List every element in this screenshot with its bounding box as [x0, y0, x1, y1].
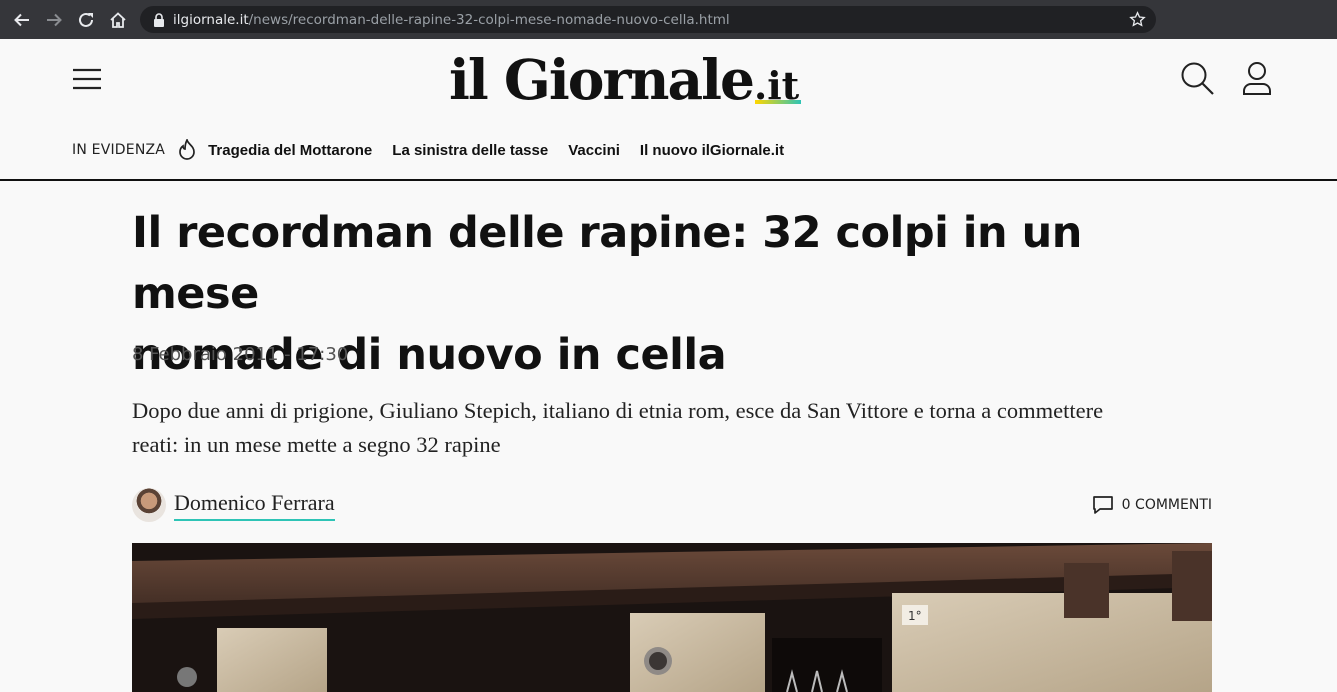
url-host: ilgiornale.it [173, 11, 249, 28]
trending-label: IN EVIDENZA [72, 142, 166, 158]
forward-icon [47, 13, 62, 26]
menu-icon[interactable] [73, 67, 101, 91]
logo-tld: .it [754, 57, 802, 115]
site-header: il Giornale .it IN EVIDENZA Tragedia del … [0, 39, 1337, 181]
back-button[interactable] [6, 0, 38, 39]
browser-toolbar: ilgiornale.it/news/recordman-delle-rapin… [0, 0, 1337, 39]
article-hero-image: 1° [132, 543, 1212, 692]
article-title-line1: Il recordman delle rapine: 32 colpi in u… [132, 208, 1082, 319]
back-icon [14, 13, 29, 26]
trending-bar: IN EVIDENZA Tragedia del Mottarone La si… [72, 137, 804, 163]
comment-icon [1092, 496, 1113, 514]
search-icon[interactable] [1180, 61, 1214, 95]
comments-count: 0 COMMENTI [1122, 497, 1212, 513]
url-text: ilgiornale.it/news/recordman-delle-rapin… [173, 12, 730, 28]
address-bar[interactable]: ilgiornale.it/news/recordman-delle-rapin… [140, 6, 1156, 33]
site-logo[interactable]: il Giornale .it [449, 45, 802, 115]
article-summary: Dopo due anni di prigione, Giuliano Step… [132, 398, 1104, 457]
lock-icon [154, 12, 164, 27]
forward-button[interactable] [38, 0, 70, 39]
url-path: /news/recordman-delle-rapine-32-colpi-me… [248, 11, 730, 28]
logo-main: il Giornale [449, 47, 755, 112]
home-icon [110, 11, 126, 28]
flame-icon [179, 139, 195, 160]
comments-number: 0 [1121, 497, 1131, 513]
trending-link-nuovo-giornale[interactable]: Il nuovo ilGiornale.it [640, 142, 784, 159]
author-link[interactable]: Domenico Ferrara [174, 490, 335, 521]
trending-link-vaccini[interactable]: Vaccini [568, 142, 620, 159]
article-date: 8 Febbraio 2011 - 17:30 [132, 344, 349, 365]
trending-link-mottarone[interactable]: Tragedia del Mottarone [208, 142, 372, 159]
home-button[interactable] [102, 0, 134, 39]
user-icon[interactable] [1241, 61, 1273, 95]
hero-sign-text: 1° [908, 609, 922, 623]
author-row: Domenico Ferrara 0 COMMENTI [132, 486, 1212, 526]
star-icon[interactable] [1129, 11, 1146, 28]
reload-icon [79, 12, 93, 27]
trending-link-tasse[interactable]: La sinistra delle tasse [392, 142, 548, 159]
avatar[interactable] [132, 488, 166, 522]
reload-button[interactable] [70, 0, 102, 39]
comments-link[interactable]: 0 COMMENTI [1092, 495, 1212, 515]
comments-label: COMMENTI [1135, 497, 1212, 513]
hero-photo: 1° [132, 543, 1212, 692]
